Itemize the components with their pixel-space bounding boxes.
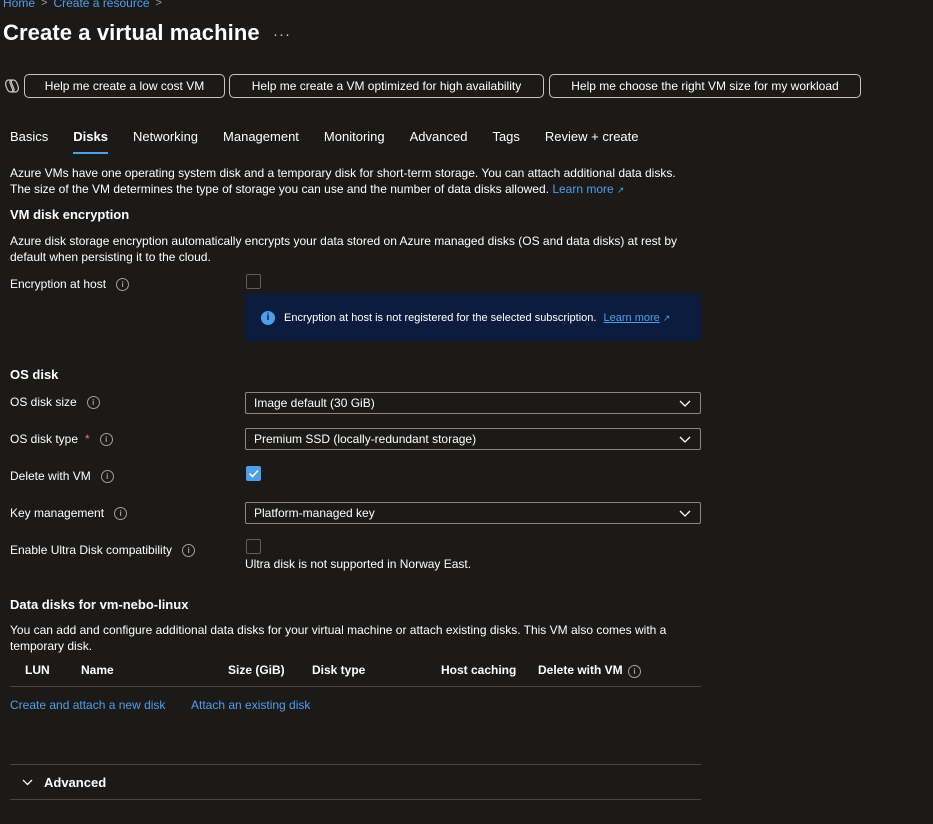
encryption-at-host-text: Encryption at host xyxy=(10,277,107,291)
table-divider xyxy=(10,686,701,687)
os-disk-type-text: OS disk type xyxy=(10,432,79,446)
data-disks-description: You can add and configure additional dat… xyxy=(10,623,667,653)
column-host-caching: Host caching xyxy=(441,663,517,677)
column-disk-type: Disk type xyxy=(312,663,366,677)
breadcrumb: Home > Create a resource > xyxy=(3,0,162,10)
ultra-disk-label: Enable Ultra Disk compatibility i xyxy=(10,543,196,557)
attach-existing-disk-link[interactable]: Attach an existing disk xyxy=(191,698,310,712)
ultra-disk-checkbox[interactable] xyxy=(246,539,261,554)
copilot-icon xyxy=(5,79,19,93)
encryption-info-message: Encryption at host is not registered for… xyxy=(284,311,597,324)
encryption-at-host-checkbox[interactable] xyxy=(246,274,261,289)
tab-tags[interactable]: Tags xyxy=(492,129,519,154)
info-icon[interactable]: i xyxy=(116,277,130,291)
info-icon[interactable]: i xyxy=(86,395,100,409)
tab-disks[interactable]: Disks xyxy=(73,129,108,154)
tab-monitoring[interactable]: Monitoring xyxy=(324,129,385,154)
chevron-down-icon xyxy=(679,436,691,443)
encryption-info-banner: i Encryption at host is not registered f… xyxy=(245,294,701,341)
breadcrumb-separator: > xyxy=(155,0,162,9)
data-disks-heading: Data disks for vm-nebo-linux xyxy=(10,597,189,612)
chevron-down-icon xyxy=(679,400,691,407)
chevron-down-icon xyxy=(22,779,33,786)
checkmark-icon xyxy=(248,469,259,478)
encryption-info-text: Encryption at host is not registered for… xyxy=(284,312,670,324)
delete-with-vm-label: Delete with VM i xyxy=(10,469,114,483)
key-management-label: Key management i xyxy=(10,506,128,520)
more-options-button[interactable]: ··· xyxy=(273,26,291,43)
intro-text: Azure VMs have one operating system disk… xyxy=(10,165,695,198)
encryption-description: Azure disk storage encryption automatica… xyxy=(10,234,678,264)
info-icon[interactable]: i xyxy=(100,469,114,483)
delete-with-vm-checkbox[interactable] xyxy=(246,466,261,481)
os-disk-size-text: OS disk size xyxy=(10,395,77,409)
os-disk-heading: OS disk xyxy=(10,367,59,382)
column-lun: LUN xyxy=(25,663,50,677)
copilot-low-cost-vm-button[interactable]: Help me create a low cost VM xyxy=(24,74,225,98)
copilot-high-availability-button[interactable]: Help me create a VM optimized for high a… xyxy=(229,74,544,98)
ultra-disk-note: Ultra disk is not supported in Norway Ea… xyxy=(245,557,472,571)
section-divider xyxy=(10,764,701,765)
intro-learn-more-link[interactable]: Learn more xyxy=(552,182,613,196)
info-filled-icon: i xyxy=(261,310,275,325)
section-divider xyxy=(10,799,701,800)
key-management-value: Platform-managed key xyxy=(254,506,375,520)
create-attach-new-disk-link[interactable]: Create and attach a new disk xyxy=(10,698,165,712)
tab-management[interactable]: Management xyxy=(223,129,299,154)
delete-with-vm-text: Delete with VM xyxy=(10,469,91,483)
breadcrumb-create-resource-link[interactable]: Create a resource xyxy=(53,0,149,10)
column-delete-with-vm-text: Delete with VM xyxy=(538,663,623,677)
tab-basics[interactable]: Basics xyxy=(10,129,48,154)
os-disk-size-value: Image default (30 GiB) xyxy=(254,396,375,410)
info-icon[interactable]: i xyxy=(99,432,113,446)
advanced-section-label: Advanced xyxy=(44,775,107,790)
page-title: Create a virtual machine xyxy=(3,20,260,45)
ultra-disk-text: Enable Ultra Disk compatibility xyxy=(10,543,173,557)
external-link-icon: ↗ xyxy=(662,312,671,323)
key-management-dropdown[interactable]: Platform-managed key xyxy=(245,502,701,524)
os-disk-type-value: Premium SSD (locally-redundant storage) xyxy=(254,432,477,446)
tab-bar: Basics Disks Networking Management Monit… xyxy=(10,129,664,154)
os-disk-type-label: OS disk type * i xyxy=(10,432,113,446)
tab-networking[interactable]: Networking xyxy=(133,129,198,154)
advanced-section-toggle[interactable]: Advanced xyxy=(21,775,106,790)
key-management-text: Key management xyxy=(10,506,105,520)
os-disk-size-dropdown[interactable]: Image default (30 GiB) xyxy=(245,392,701,414)
column-name: Name xyxy=(81,663,114,677)
column-delete-with-vm: Delete with VM i xyxy=(538,663,642,678)
required-asterisk: * xyxy=(85,432,90,446)
copilot-vm-size-button[interactable]: Help me choose the right VM size for my … xyxy=(549,74,861,98)
tab-review-create[interactable]: Review + create xyxy=(545,129,639,154)
info-icon[interactable]: i xyxy=(182,543,196,557)
column-size: Size (GiB) xyxy=(228,663,285,677)
encryption-learn-more-link[interactable]: Learn more xyxy=(604,312,660,324)
breadcrumb-home-link[interactable]: Home xyxy=(3,0,35,10)
os-disk-type-dropdown[interactable]: Premium SSD (locally-redundant storage) xyxy=(245,428,701,450)
tab-advanced[interactable]: Advanced xyxy=(410,129,468,154)
external-link-icon: ↗ xyxy=(616,185,625,195)
encryption-at-host-label: Encryption at host i xyxy=(10,277,130,291)
vm-disk-encryption-heading: VM disk encryption xyxy=(10,207,130,222)
breadcrumb-separator: > xyxy=(41,0,48,9)
os-disk-size-label: OS disk size i xyxy=(10,395,100,409)
chevron-down-icon xyxy=(679,510,691,517)
info-icon[interactable]: i xyxy=(114,506,128,520)
info-icon[interactable]: i xyxy=(628,665,642,678)
